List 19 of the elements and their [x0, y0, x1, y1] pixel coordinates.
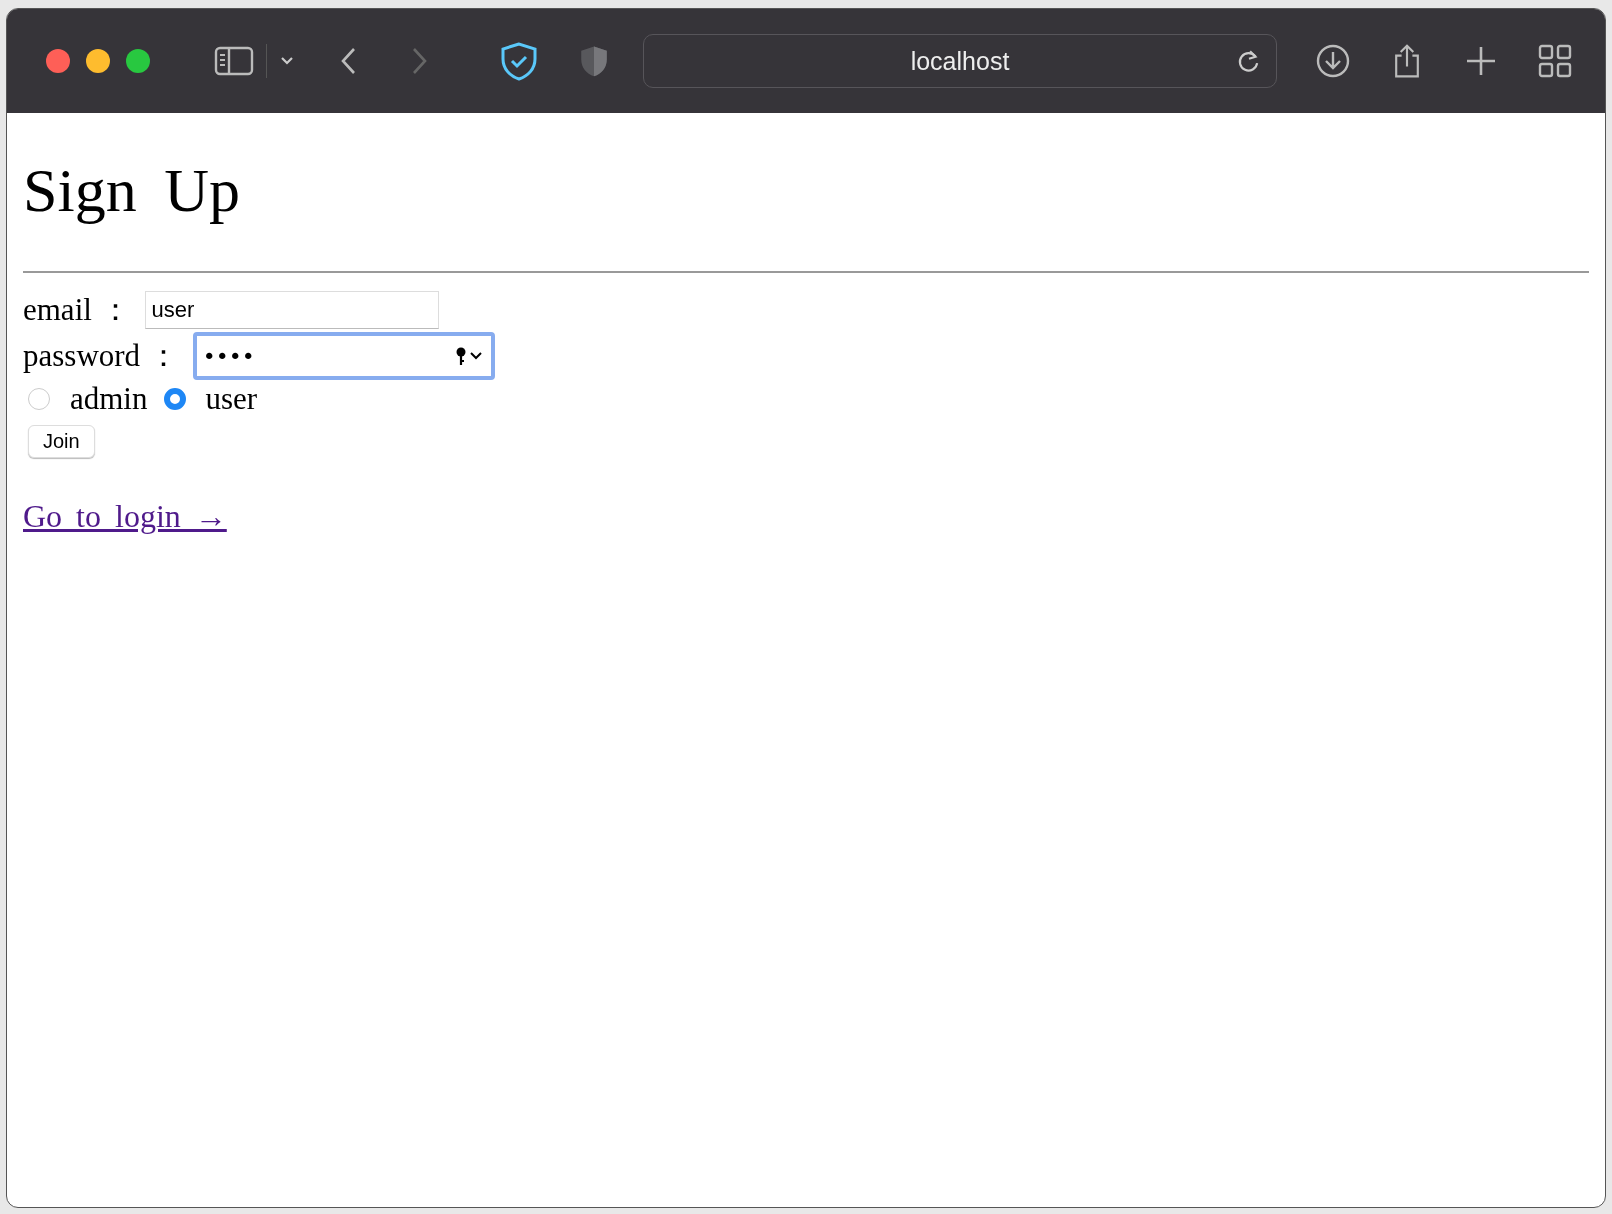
input-field[interactable]: •••• [192, 332, 495, 381]
field-label: email ： [23, 291, 131, 330]
sidebar-icon[interactable] [214, 46, 254, 76]
radio-label: admin [70, 381, 148, 418]
radio-label: user [205, 381, 258, 418]
field-label: password ： [23, 337, 179, 376]
maximize-icon[interactable] [126, 49, 150, 73]
page-title: Sign Up [23, 155, 241, 226]
key-icon[interactable] [454, 346, 485, 367]
join-button[interactable]: Join [28, 425, 95, 459]
address-bar[interactable]: localhost [643, 34, 1277, 88]
radio-button[interactable] [163, 388, 186, 411]
input-field[interactable]: user [144, 291, 439, 330]
minimize-icon[interactable] [86, 49, 110, 73]
login-link[interactable]: Go to login → [23, 498, 227, 536]
download-icon[interactable] [1315, 43, 1351, 79]
tab-grid-icon[interactable] [1537, 43, 1573, 79]
shield-check-icon[interactable] [499, 41, 539, 81]
close-icon[interactable] [46, 49, 70, 73]
